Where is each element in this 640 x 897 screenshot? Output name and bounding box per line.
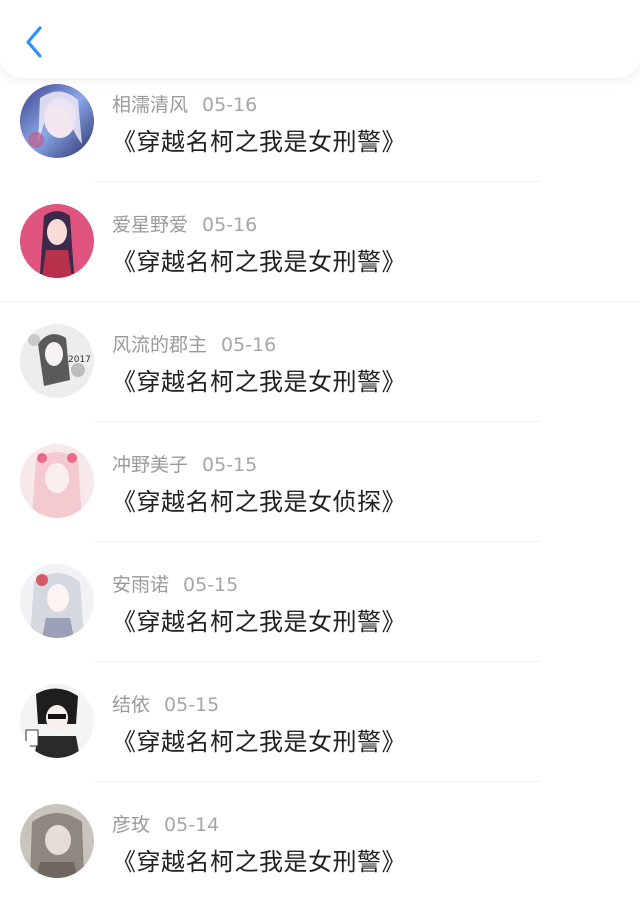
comment-date: 05-15 [183,574,239,596]
top-bar [0,0,640,78]
comment-meta: 风流的郡主 05-16 [112,330,276,357]
avatar[interactable] [20,804,94,878]
list-item[interactable]: 爱星野爱 05-16 《穿越名柯之我是女刑警》 [0,198,640,318]
svg-text:2017: 2017 [68,355,91,365]
avatar[interactable]: 2017 [20,324,94,398]
divider [0,301,640,302]
comment-list: 相濡清风 05-16 《穿越名柯之我是女刑警》 爱星野爱 05-16 《穿越名柯之我… [0,78,640,897]
comment-text: 《穿越名柯之我是女侦探》 [112,488,406,516]
comment-date: 05-16 [202,214,258,236]
avatar[interactable] [20,564,94,638]
comment-text: 《穿越名柯之我是女刑警》 [112,728,406,756]
avatar[interactable] [20,444,94,518]
username[interactable]: 安雨诺 [112,574,169,596]
list-item[interactable]: 安雨诺 05-15 《穿越名柯之我是女刑警》 [0,558,640,678]
comment-date: 05-15 [164,694,220,716]
divider [94,781,540,782]
comment-date: 05-14 [164,814,220,836]
comment-meta: 冲野美子 05-15 [112,450,257,477]
avatar[interactable] [20,204,94,278]
list-item[interactable]: 相濡清风 05-16 《穿越名柯之我是女刑警》 [0,78,640,198]
comment-text: 《穿越名柯之我是女刑警》 [112,248,406,276]
comment-meta: 爱星野爱 05-16 [112,210,257,237]
username[interactable]: 风流的郡主 [112,334,207,356]
divider [94,661,540,662]
divider [94,181,540,182]
comment-page: 相濡清风 05-16 《穿越名柯之我是女刑警》 爱星野爱 05-16 《穿越名柯之我… [0,0,640,897]
divider [94,541,540,542]
chevron-left-icon [26,26,42,58]
back-button[interactable] [18,22,52,62]
comment-date: 05-15 [202,454,258,476]
comment-text: 《穿越名柯之我是女刑警》 [112,848,406,876]
comment-date: 05-16 [202,94,258,116]
username[interactable]: 相濡清风 [112,94,188,116]
avatar[interactable] [20,684,94,758]
comment-text: 《穿越名柯之我是女刑警》 [112,368,406,396]
comment-meta: 安雨诺 05-15 [112,570,238,597]
username[interactable]: 彦玫 [112,814,150,836]
list-item[interactable]: 彦玫 05-14 《穿越名柯之我是女刑警》 [0,798,640,897]
divider [94,421,540,422]
username[interactable]: 冲野美子 [112,454,188,476]
comment-text: 《穿越名柯之我是女刑警》 [112,128,406,156]
comment-meta: 相濡清风 05-16 [112,90,257,117]
username[interactable]: 结依 [112,694,150,716]
list-item[interactable]: 2017 风流的郡主 05-16 《穿越名柯之我是女刑警》 [0,318,640,438]
comment-meta: 彦玫 05-14 [112,810,219,837]
comment-meta: 结依 05-15 [112,690,219,717]
avatar[interactable] [20,84,94,158]
list-item[interactable]: 冲野美子 05-15 《穿越名柯之我是女侦探》 [0,438,640,558]
username[interactable]: 爱星野爱 [112,214,188,236]
comment-date: 05-16 [221,334,277,356]
comment-text: 《穿越名柯之我是女刑警》 [112,608,406,636]
list-item[interactable]: 结依 05-15 《穿越名柯之我是女刑警》 [0,678,640,798]
